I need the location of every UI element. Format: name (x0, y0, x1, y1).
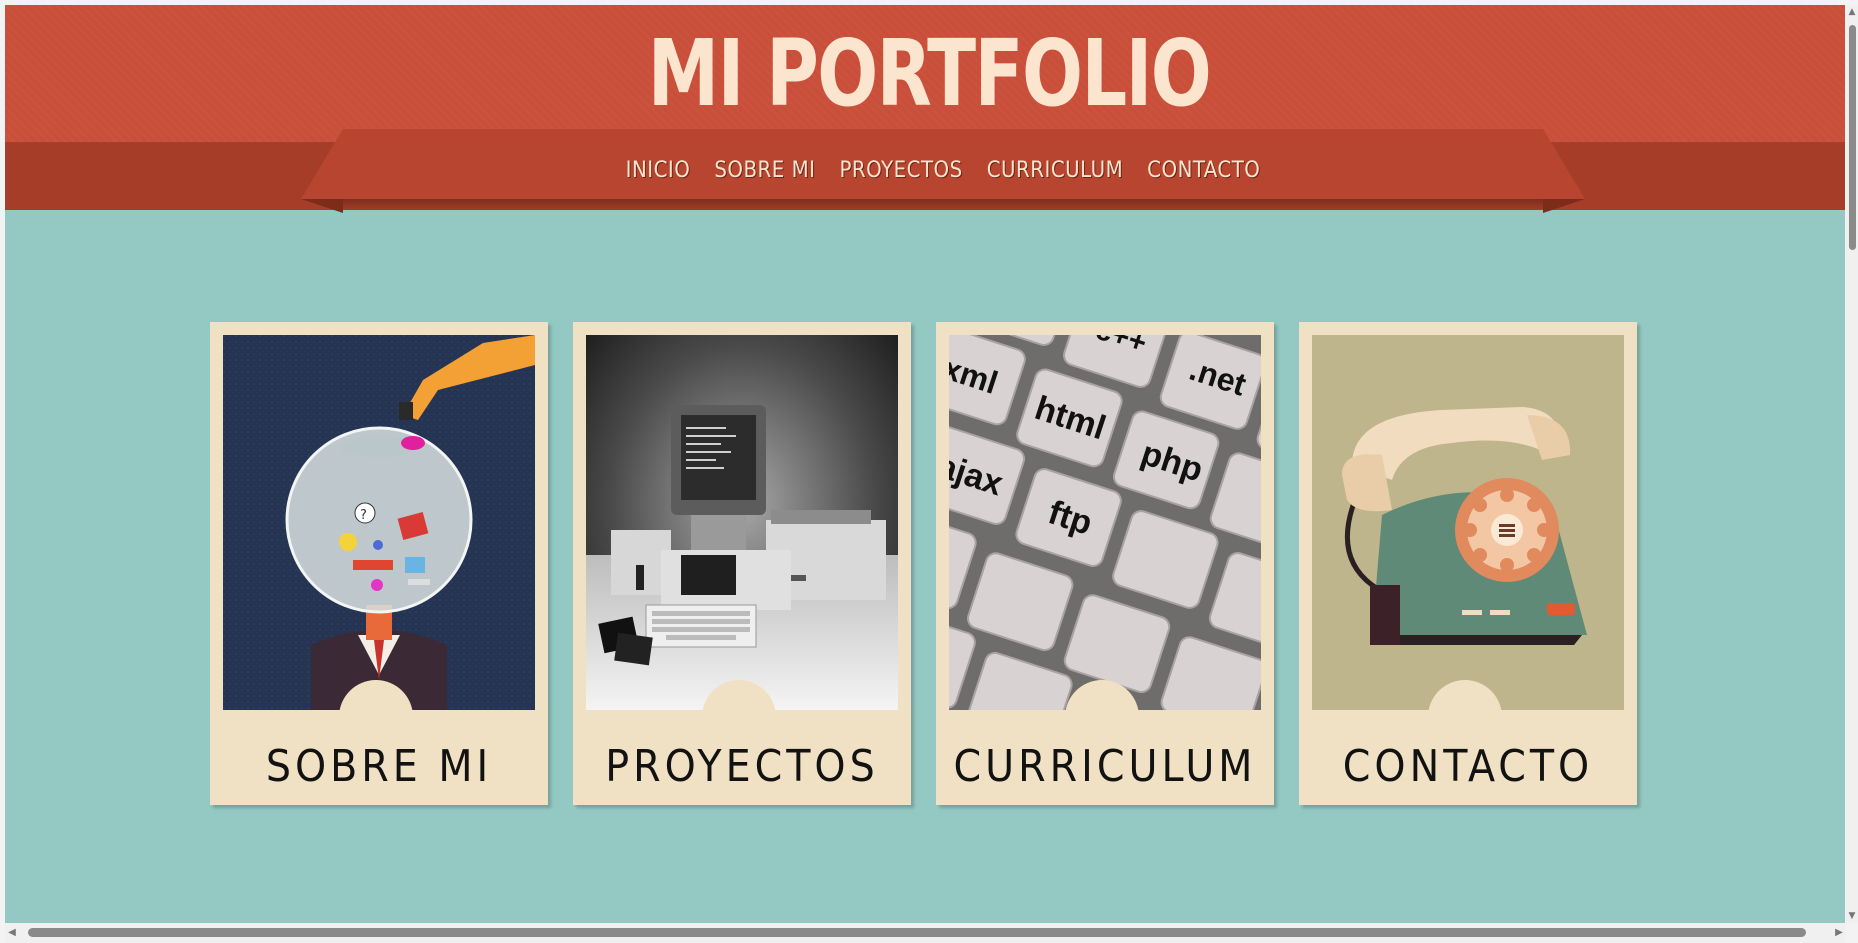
card-curriculum[interactable]: og c++ .net xml html php ajax ftp CURRIC… (936, 322, 1274, 805)
vertical-scrollbar[interactable]: ▲ ▼ (1846, 5, 1858, 923)
nav-ribbon: INICIO SOBRE MI PROYECTOS CURRICULUM CON… (301, 129, 1585, 213)
scroll-right-arrow-icon[interactable]: ▶ (1832, 923, 1846, 943)
card-label: PROYECTOS (605, 741, 879, 792)
programming-keyboard-photo: og c++ .net xml html php ajax ftp (949, 335, 1261, 710)
ribbon-fold-left (301, 199, 343, 213)
nav-link-proyectos[interactable]: PROYECTOS (840, 146, 963, 183)
horizontal-scroll-thumb[interactable] (28, 928, 1806, 937)
nav-link-inicio[interactable]: INICIO (626, 146, 691, 183)
card-proyectos[interactable]: PROYECTOS (573, 322, 911, 805)
fishbowl-head-illustration: ? (223, 335, 535, 710)
scroll-down-arrow-icon[interactable]: ▼ (1846, 909, 1858, 923)
svg-text:?: ? (360, 508, 367, 523)
site-title: MI PORTFOLIO (647, 20, 1212, 127)
ribbon-fold-right (1543, 199, 1585, 213)
horizontal-scrollbar[interactable]: ◀ ▶ (5, 923, 1846, 943)
scroll-left-arrow-icon[interactable]: ◀ (5, 923, 19, 943)
card-label: CONTACTO (1342, 741, 1594, 792)
nav-link-curriculum[interactable]: CURRICULUM (987, 146, 1123, 183)
vintage-computer-photo (586, 335, 898, 710)
card-label: CURRICULUM (953, 741, 1257, 792)
main-nav: INICIO SOBRE MI PROYECTOS CURRICULUM CON… (301, 129, 1585, 199)
card-contacto[interactable]: CONTACTO (1299, 322, 1637, 805)
scroll-up-arrow-icon[interactable]: ▲ (1846, 5, 1858, 19)
card-grid: ? SOBRE MI PROYECTOS c++ .net xml html p… (210, 322, 1642, 805)
ribbon-shadow (343, 199, 1543, 211)
page-viewport: MI PORTFOLIO INICIO SOBRE MI PROYECTOS C… (5, 5, 1845, 923)
site-header: MI PORTFOLIO INICIO SOBRE MI PROYECTOS C… (5, 5, 1845, 213)
card-sobre-mi[interactable]: ? SOBRE MI (210, 322, 548, 805)
vertical-scroll-thumb[interactable] (1849, 25, 1856, 250)
card-label: SOBRE MI (265, 741, 493, 792)
nav-link-contacto[interactable]: CONTACTO (1147, 146, 1260, 183)
rotary-telephone-illustration (1312, 335, 1624, 710)
nav-link-sobre-mi[interactable]: SOBRE MI (714, 146, 815, 183)
